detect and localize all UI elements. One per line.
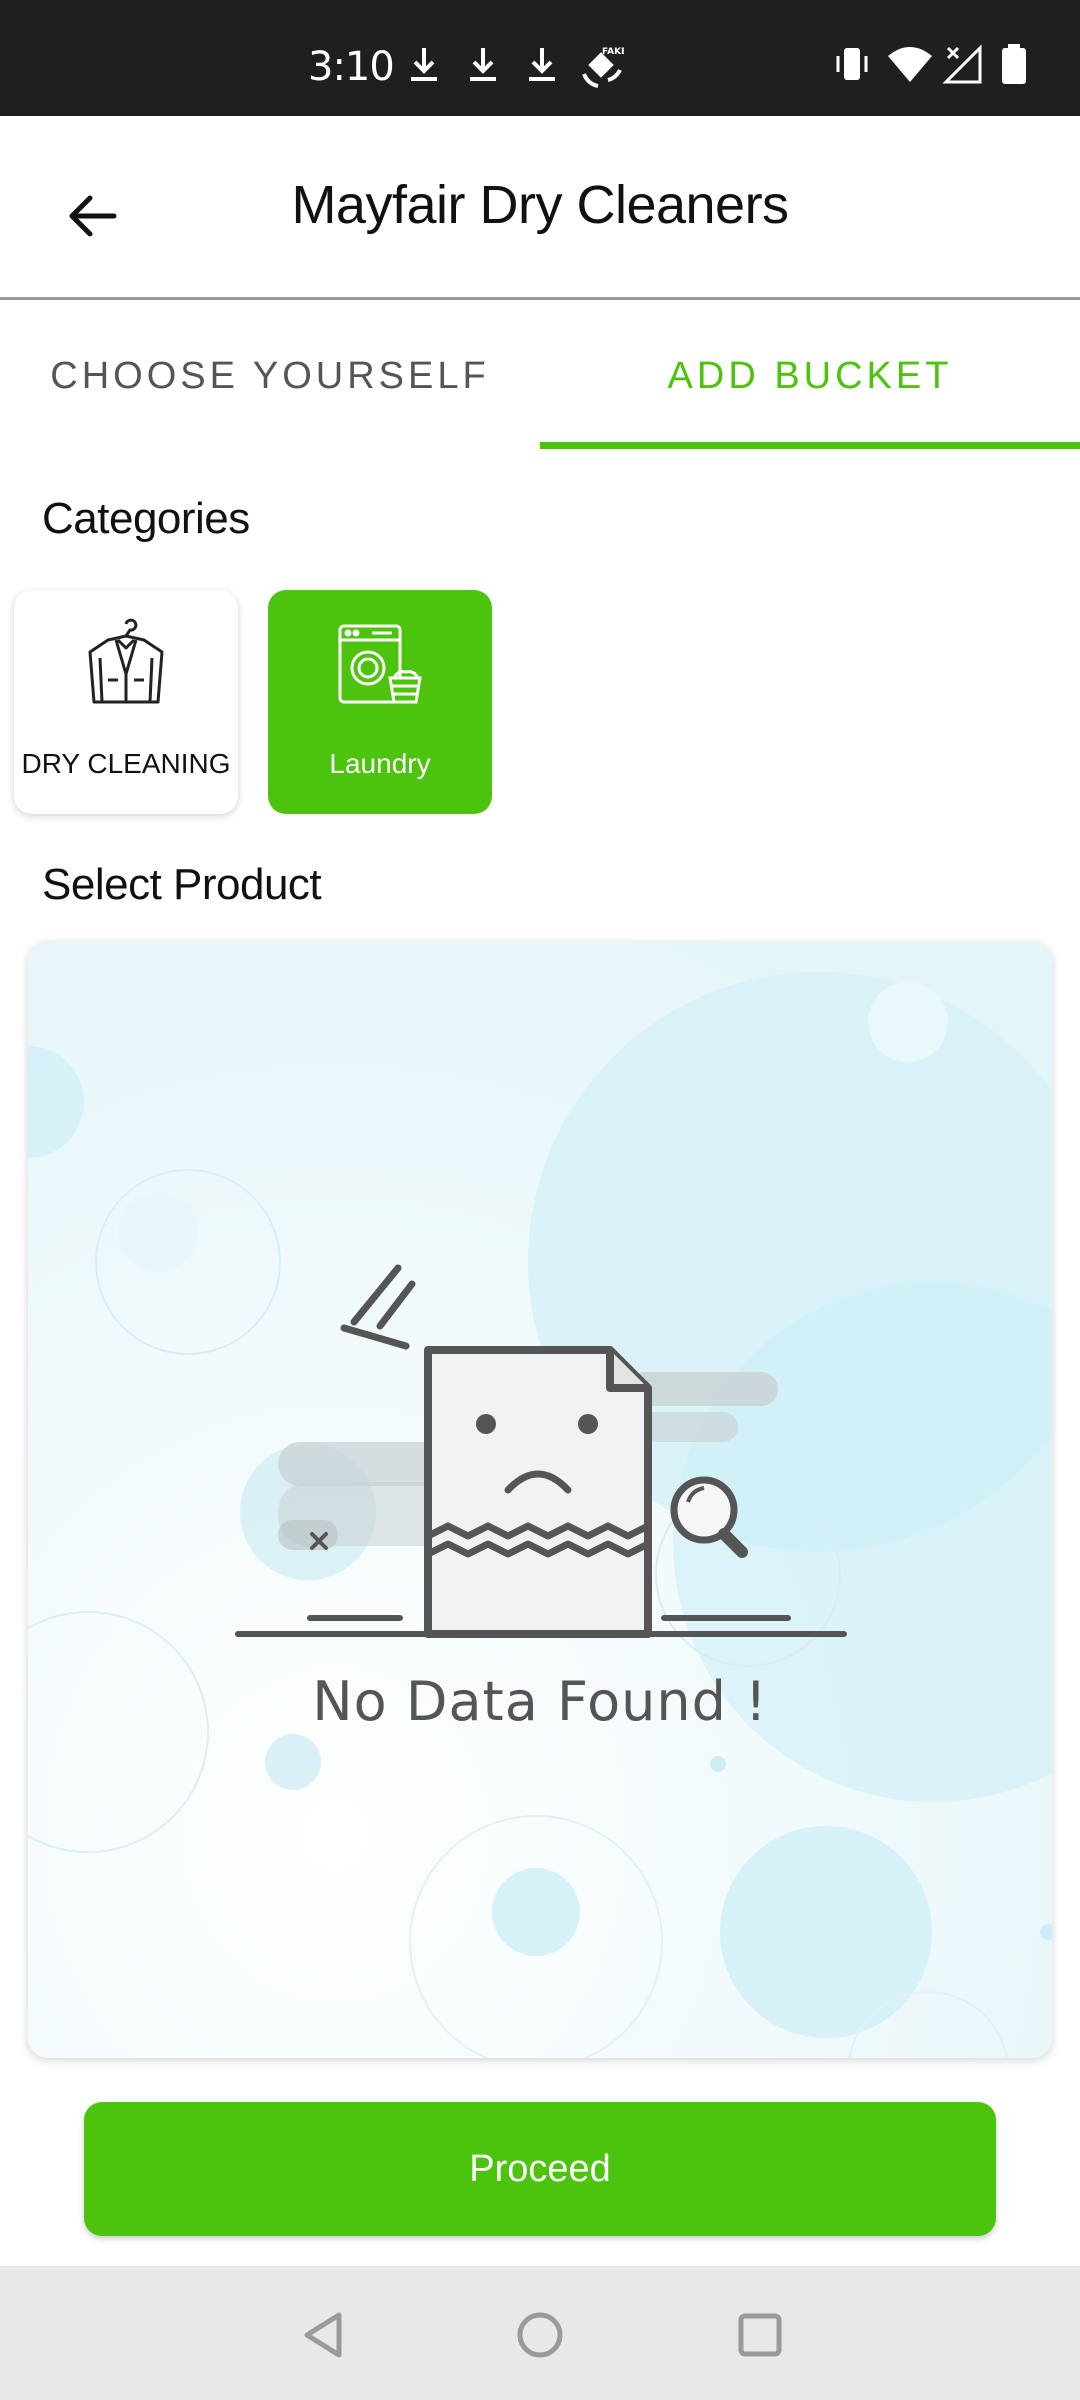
category-dry-cleaning[interactable]: DRY CLEANING xyxy=(14,590,238,814)
svg-text:FAKE: FAKE xyxy=(602,47,624,57)
proceed-button[interactable]: Proceed xyxy=(84,2102,996,2236)
battery-icon xyxy=(1002,44,1026,84)
category-label: Laundry xyxy=(329,748,431,779)
wifi-icon xyxy=(888,47,932,82)
page-title: Mayfair Dry Cleaners xyxy=(291,175,789,235)
tab-choose-yourself[interactable]: CHOOSE YOURSELF xyxy=(0,302,540,450)
system-nav-bar xyxy=(0,2266,1080,2400)
download-icon xyxy=(529,48,555,81)
app-bar: Mayfair Dry Cleaners xyxy=(0,116,1080,300)
nav-recents-button[interactable] xyxy=(725,2300,795,2370)
download-icon xyxy=(470,48,496,81)
suit-on-hanger-icon xyxy=(88,618,164,704)
product-list-empty-state: No Data Found ! xyxy=(28,942,1052,2058)
tab-add-bucket[interactable]: ADD BUCKET xyxy=(540,302,1080,450)
no-data-illustration xyxy=(28,942,1052,2058)
washing-machine-icon xyxy=(338,624,422,704)
categories-heading: Categories xyxy=(42,494,250,543)
back-triangle-icon xyxy=(304,2312,342,2358)
recents-square-icon xyxy=(738,2313,782,2357)
download-icon xyxy=(411,48,437,81)
status-time: 3:10 xyxy=(308,44,395,90)
category-label: DRY CLEANING xyxy=(21,748,231,779)
category-laundry[interactable]: Laundry xyxy=(268,590,492,814)
status-bar: 3:10 FAKE xyxy=(0,0,1080,116)
tab-bar: CHOOSE YOURSELF ADD BUCKET xyxy=(0,302,1080,450)
nav-home-button[interactable] xyxy=(505,2300,575,2370)
vibrate-icon xyxy=(836,48,868,80)
nav-back-button[interactable] xyxy=(288,2300,358,2370)
home-circle-icon xyxy=(517,2312,563,2358)
fake-gps-icon: FAKE xyxy=(582,47,624,88)
select-product-heading: Select Product xyxy=(42,860,322,909)
empty-state-message: No Data Found ! xyxy=(312,1670,768,1733)
tab-indicator xyxy=(540,442,1080,449)
no-signal-icon xyxy=(942,44,982,84)
